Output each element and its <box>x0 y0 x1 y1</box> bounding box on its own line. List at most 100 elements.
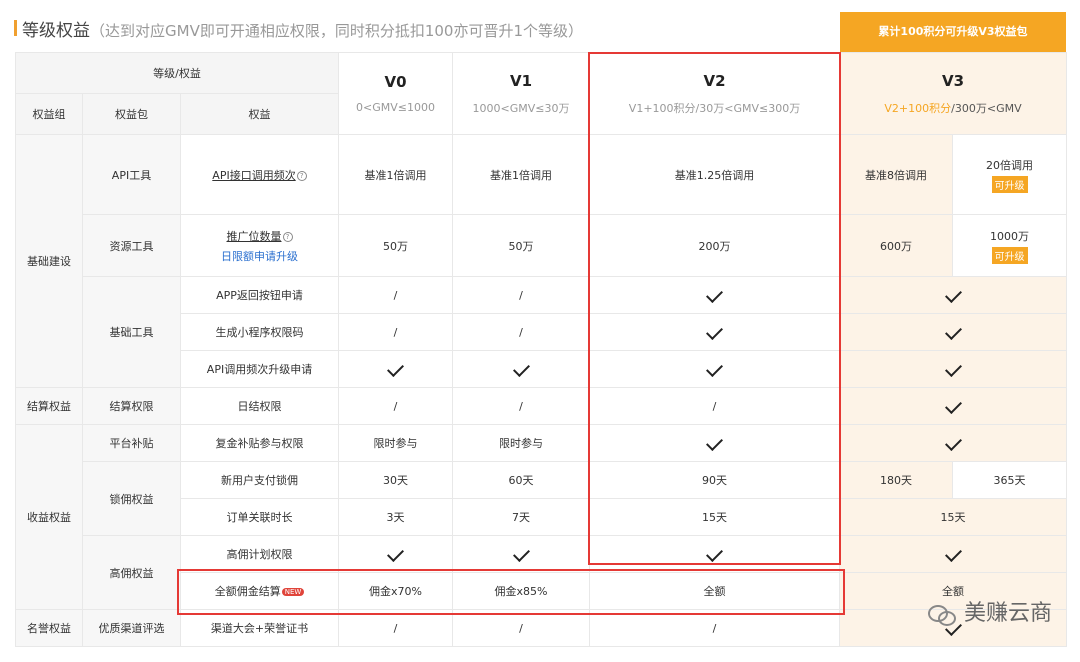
upgrade-tag[interactable]: 可升级 <box>991 175 1028 193</box>
cell: 15天 <box>589 498 841 536</box>
level-v0-header: V0 0<GMV≤1000 <box>338 52 454 135</box>
check-icon <box>944 396 962 414</box>
cell-check <box>839 387 1068 425</box>
package-subsidy: 平台补贴 <box>82 424 181 462</box>
cell-upgradable: 1000万可升级 <box>952 214 1068 277</box>
col-header-right: 权益 <box>179 93 340 135</box>
cell: 基准1倍调用 <box>452 134 591 215</box>
level-v3-range-a: V2+100积分 <box>884 101 952 115</box>
right-full-settle-label: 全额佣金结算 <box>214 585 281 598</box>
level-v1-range: 1000<GMV≤30万 <box>472 101 570 115</box>
level-v0-name: V0 <box>384 73 407 91</box>
cell-check <box>589 350 841 388</box>
cell: / <box>452 313 591 351</box>
cell: 基准1.25倍调用 <box>589 134 841 215</box>
cell: 全额 <box>589 572 841 610</box>
cell-value: 20倍调用 <box>986 158 1034 172</box>
cell: 200万 <box>589 214 841 277</box>
cell-check <box>589 535 841 573</box>
cell-check <box>839 350 1068 388</box>
cell: 30天 <box>338 461 454 499</box>
package-basic: 基础工具 <box>82 276 181 388</box>
cell: 佣金x70% <box>338 572 454 610</box>
right-mini-prog: 生成小程序权限码 <box>179 313 340 351</box>
level-v3-name: V3 <box>941 71 965 90</box>
cell-check <box>452 535 591 573</box>
right-api-freq-label[interactable]: API接口调用频次 <box>212 169 295 182</box>
right-api-upgrade: API调用频次升级申请 <box>179 350 340 388</box>
group-settle: 结算权益 <box>15 387 83 425</box>
watermark: 美赚云商 <box>927 595 1052 627</box>
check-icon <box>944 285 962 303</box>
cell: 600万 <box>839 214 954 277</box>
question-icon[interactable]: ? <box>282 231 293 242</box>
right-daily-settle: 日结权限 <box>179 387 340 425</box>
right-promo-pos-label[interactable]: 推广位数量 <box>227 230 282 243</box>
right-channel: 渠道大会+荣誉证书 <box>179 609 340 647</box>
page-title: 等级权益（达到对应GMV即可开通相应权限，同时积分抵扣100亦可晋升1个等级） <box>22 16 583 41</box>
package-settle: 结算权限 <box>82 387 181 425</box>
cell-check <box>839 424 1068 462</box>
cell-check <box>338 350 454 388</box>
level-v3-header: V3 V2+100积分/300万<GMV <box>839 52 1068 135</box>
right-api-freq[interactable]: API接口调用频次? <box>179 134 340 215</box>
col-header-group: 权益组 <box>15 93 83 135</box>
right-bonus: 复金补贴参与权限 <box>179 424 340 462</box>
cell: / <box>589 609 841 647</box>
cell: 50万 <box>452 214 591 277</box>
check-icon <box>944 433 962 451</box>
check-icon <box>944 359 962 377</box>
cell: 3天 <box>338 498 454 536</box>
cell: / <box>338 609 454 647</box>
cell: 基准8倍调用 <box>839 134 954 215</box>
level-v0-range: 0<GMV≤1000 <box>356 101 435 114</box>
cell: 限时参与 <box>452 424 591 462</box>
cell-upgradable: 20倍调用可升级 <box>952 134 1068 215</box>
cell: 60天 <box>452 461 591 499</box>
right-promo-pos[interactable]: 推广位数量? 日限额申请升级 <box>179 214 340 277</box>
cell: 90天 <box>589 461 841 499</box>
new-badge: NEW <box>281 588 305 596</box>
level-v2-range: V1+100积分/30万<GMV≤300万 <box>628 101 801 115</box>
check-icon <box>387 359 405 377</box>
apply-upgrade-link[interactable]: 日限额申请升级 <box>181 248 338 264</box>
cell-check <box>839 313 1068 351</box>
check-icon <box>387 544 405 562</box>
right-new-user: 新用户支付锁佣 <box>179 461 340 499</box>
check-icon <box>706 359 724 377</box>
check-icon <box>706 433 724 451</box>
upgrade-tag[interactable]: 可升级 <box>991 246 1028 264</box>
cell: 365天 <box>952 461 1068 499</box>
group-income: 收益权益 <box>15 424 83 610</box>
cell: / <box>589 387 841 425</box>
cell-check <box>839 535 1068 573</box>
title-subtitle: （达到对应GMV即可开通相应权限，同时积分抵扣100亦可晋升1个等级） <box>90 22 584 40</box>
right-full-settle: 全额佣金结算 NEW <box>179 572 340 610</box>
section-header: 等级权益（达到对应GMV即可开通相应权限，同时积分抵扣100亦可晋升1个等级） … <box>0 0 1080 52</box>
question-icon[interactable]: ? <box>296 170 307 181</box>
cell: 50万 <box>338 214 454 277</box>
cell: / <box>452 276 591 314</box>
title-main: 等级权益 <box>22 21 90 41</box>
package-channel: 优质渠道评选 <box>82 609 181 647</box>
cell: 佣金x85% <box>452 572 591 610</box>
level-v2-header: V2 V1+100积分/30万<GMV≤300万 <box>589 52 841 135</box>
right-high-plan: 高佣计划权限 <box>179 535 340 573</box>
package-lock: 锁佣权益 <box>82 461 181 536</box>
level-v3-range-b: /300万<GMV <box>951 101 1022 115</box>
check-icon <box>944 544 962 562</box>
header-level-rights: 等级/权益 <box>14 52 340 94</box>
level-v2-name: V2 <box>703 71 726 90</box>
v3-upgrade-banner[interactable]: 累计100积分可升级V3权益包 <box>840 12 1066 52</box>
group-infra: 基础建设 <box>15 134 83 388</box>
rights-table: 等级/权益 V0 0<GMV≤1000 V1 1000<GMV≤30万 V2 V1+1… <box>14 52 1068 647</box>
title-accent-bar <box>14 20 17 36</box>
cell-check <box>589 276 841 314</box>
cell: 15天 <box>839 498 1068 536</box>
check-icon <box>512 544 530 562</box>
package-api: API工具 <box>82 134 181 215</box>
package-high: 高佣权益 <box>82 535 181 610</box>
cell-value: 1000万 <box>990 229 1030 243</box>
cell-check <box>589 424 841 462</box>
right-order-link: 订单关联时长 <box>179 498 340 536</box>
